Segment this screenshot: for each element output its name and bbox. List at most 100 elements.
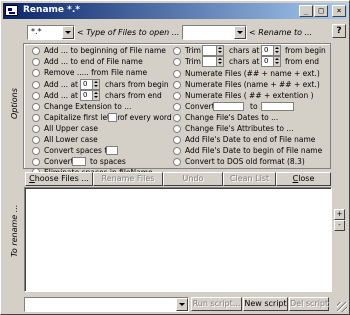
trim-end-spinner[interactable] (202, 56, 224, 67)
radio[interactable] (173, 70, 181, 78)
convert-char-box[interactable] (72, 157, 86, 166)
chars-end-spinner[interactable]: 0 (80, 90, 100, 101)
radio[interactable] (32, 125, 40, 133)
undo-button[interactable]: Undo (163, 172, 223, 186)
opt-label: Add File's Date to end of File name (185, 135, 316, 144)
opt-convert-to-spaces[interactable]: Convert to spaces (32, 157, 172, 167)
opt-convert-spaces[interactable]: Convert spaces to (32, 146, 172, 156)
opt-label: All Upper case (44, 124, 99, 133)
spin-arrows-icon[interactable] (216, 46, 223, 55)
chars-at-label: chars at (229, 57, 260, 66)
help-button[interactable]: ? (332, 24, 346, 38)
radio[interactable] (173, 158, 181, 166)
spin-arrows-icon[interactable] (273, 57, 280, 66)
trim-begin-pos-spinner[interactable]: 0 (261, 45, 281, 56)
capitalize-char-box[interactable] (108, 113, 117, 122)
radio[interactable] (32, 147, 40, 155)
opt-label: All Lower case (44, 135, 98, 144)
opt-label: Add ... at (44, 80, 78, 89)
radio[interactable] (32, 114, 40, 122)
rename-to-combo[interactable] (182, 25, 247, 40)
spin-value: 0 (264, 46, 269, 54)
opt-trim-begin[interactable]: Trim chars at 0 from begin (173, 45, 328, 56)
spin-value: 0 (264, 57, 269, 65)
opt-add-at-begin[interactable]: Add ... at 0 chars from begin (32, 79, 172, 90)
title-bar: Rename *.* _ □ × (3, 3, 347, 19)
spin-arrows-icon[interactable] (273, 46, 280, 55)
to-spaces-label: to spaces (90, 157, 126, 166)
convert-spaces-to-box[interactable] (106, 146, 118, 155)
opt-label: Convert spaces to (44, 146, 112, 155)
files-list[interactable] (24, 187, 332, 292)
file-type-combo[interactable]: *.* (27, 25, 75, 40)
opt-label: Convert (185, 102, 215, 111)
choose-files-button[interactable]: Choose Files ... (25, 172, 93, 186)
script-combo[interactable] (24, 297, 189, 312)
chevron-down-icon[interactable] (234, 26, 246, 39)
opt-label: Trim (185, 57, 201, 66)
rename-window: Rename *.* _ □ × *.* < Type of Files to … (0, 0, 350, 315)
from-end-label: from end (285, 57, 319, 66)
chevron-down-icon[interactable] (62, 26, 74, 39)
chars-from-end-label: chars from end (105, 91, 162, 100)
radio[interactable] (32, 58, 40, 66)
opt-label: Numerate Files (name + ## + ext.) (185, 80, 320, 89)
opt-label: Remove ..... from File name (44, 68, 148, 77)
file-type-label: < Type of Files to open ... (77, 28, 180, 37)
opt-convert-chars[interactable]: Convert to (173, 102, 328, 112)
radio[interactable] (173, 136, 181, 144)
close-window-button[interactable]: × (332, 5, 346, 17)
trim-begin-spinner[interactable] (202, 45, 224, 56)
maximize-button[interactable]: □ (314, 5, 328, 17)
chevron-down-icon[interactable] (176, 298, 188, 311)
move-up-button[interactable]: + (334, 209, 345, 220)
resize-grip-icon[interactable] (337, 302, 347, 312)
convert-to-box[interactable] (261, 102, 294, 111)
to-rename-label: To rename ... (10, 204, 19, 257)
radio[interactable] (32, 158, 40, 166)
opt-label: Numerate Files ( ## + extention ) (185, 91, 314, 100)
radio[interactable] (173, 47, 181, 55)
radio[interactable] (32, 81, 40, 89)
radio[interactable] (32, 47, 40, 55)
script-bar: Run script... New script Del script (3, 297, 347, 313)
rename-to-label: < Rename to ... (249, 28, 313, 37)
chars-at-label: chars at (229, 46, 260, 55)
convert-from-box[interactable] (213, 102, 244, 111)
radio[interactable] (173, 114, 181, 122)
opt-label: Add ... to end of File name (44, 57, 143, 66)
chars-from-begin-label: chars from begin (105, 80, 169, 89)
move-down-button[interactable]: - (334, 220, 345, 231)
spin-value: 0 (83, 91, 88, 99)
trim-end-pos-spinner[interactable]: 0 (261, 56, 281, 67)
file-type-value: *.* (31, 27, 42, 36)
radio[interactable] (173, 92, 181, 100)
opt-label: Change File's Dates to ... (185, 113, 279, 122)
radio[interactable] (173, 125, 181, 133)
radio[interactable] (173, 58, 181, 66)
radio[interactable] (32, 69, 40, 77)
run-script-button[interactable]: Run script... (191, 297, 242, 311)
chars-begin-spinner[interactable]: 0 (80, 79, 100, 90)
clean-list-button[interactable]: Clean List (223, 172, 276, 186)
opt-add-at-end[interactable]: Add ... at 0 chars from end (32, 90, 172, 101)
opt-trim-end[interactable]: Trim chars at 0 from end (173, 56, 328, 67)
radio[interactable] (173, 147, 181, 155)
spin-arrows-icon[interactable] (92, 91, 99, 100)
new-script-button[interactable]: New script (243, 297, 288, 311)
opt-label: Add ... to beginning of File name (44, 46, 166, 55)
opt-capitalize[interactable]: Capitalize first letter of every word (32, 113, 172, 123)
rename-files-button[interactable]: Rename Files (93, 172, 163, 186)
del-script-button[interactable]: Del script (289, 297, 329, 311)
radio[interactable] (32, 103, 40, 111)
spin-arrows-icon[interactable] (92, 80, 99, 89)
radio[interactable] (173, 103, 181, 111)
to-label: to (250, 102, 258, 111)
spin-arrows-icon[interactable] (216, 57, 223, 66)
radio[interactable] (173, 81, 181, 89)
spin-value: 0 (83, 80, 88, 88)
radio[interactable] (32, 92, 40, 100)
close-button[interactable]: Close (276, 172, 331, 186)
minimize-button[interactable]: _ (299, 5, 313, 17)
radio[interactable] (32, 136, 40, 144)
